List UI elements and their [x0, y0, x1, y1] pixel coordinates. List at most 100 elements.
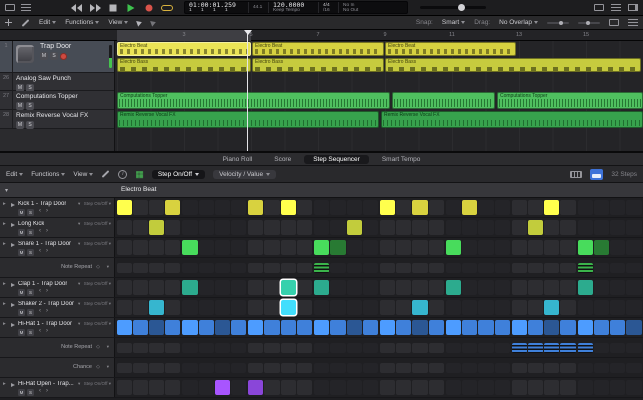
rotate-left-icon[interactable]: ‹ — [39, 228, 41, 234]
step-cell[interactable] — [610, 363, 625, 373]
row-edit-mode[interactable]: Step On/Off ▾ — [84, 281, 111, 287]
step-cell[interactable] — [544, 380, 559, 395]
mute-button[interactable]: M — [16, 121, 24, 129]
step-cell[interactable] — [512, 343, 527, 353]
track-header[interactable]: 1Trap DoorMS — [0, 41, 114, 73]
step-cell[interactable] — [626, 280, 641, 295]
step-cell[interactable] — [297, 200, 312, 215]
rotate-left-icon[interactable]: ‹ — [39, 288, 41, 294]
step-cell[interactable] — [133, 300, 148, 315]
info-icon[interactable]: i — [118, 170, 127, 179]
step-cell[interactable] — [165, 343, 180, 353]
step-cell[interactable] — [396, 240, 411, 255]
step-cell[interactable] — [347, 200, 362, 215]
step-cell[interactable] — [429, 280, 444, 295]
step-cell[interactable] — [231, 280, 246, 295]
track-header[interactable]: 27Computations TopperMS — [0, 91, 114, 110]
step-cell[interactable] — [560, 380, 575, 395]
step-cell[interactable] — [149, 280, 164, 295]
step-cell[interactable] — [264, 240, 279, 255]
row-header[interactable]: ▸Shaker 2 - Trap Door▾Step On/Off ▾MS‹› — [0, 298, 115, 317]
row-header[interactable]: ▸Clap 1 - Trap Door▾Step On/Off ▾MS‹› — [0, 278, 115, 297]
step-cell[interactable] — [199, 240, 214, 255]
step-cell[interactable] — [231, 363, 246, 373]
rewind-button[interactable] — [69, 2, 84, 14]
step-cell[interactable] — [594, 363, 609, 373]
step-cell[interactable] — [133, 263, 148, 273]
solo-button[interactable]: S — [27, 309, 34, 316]
step-cell[interactable] — [560, 263, 575, 273]
step-cell[interactable] — [347, 380, 362, 395]
step-cell[interactable] — [544, 240, 559, 255]
step-cell[interactable] — [248, 320, 263, 335]
disclosure-icon[interactable]: ▸ — [3, 281, 6, 287]
step-cell[interactable] — [182, 240, 197, 255]
rotate-left-icon[interactable]: ‹ — [39, 388, 41, 394]
step-cell[interactable] — [363, 280, 378, 295]
step-cell[interactable] — [412, 380, 427, 395]
step-cell[interactable] — [528, 200, 543, 215]
step-cell[interactable] — [478, 220, 493, 235]
step-cell[interactable] — [478, 380, 493, 395]
horizontal-zoom-slider[interactable] — [578, 22, 600, 24]
step-cell[interactable] — [626, 363, 641, 373]
step-cell[interactable] — [578, 300, 593, 315]
step-cell[interactable] — [133, 280, 148, 295]
edit-menu[interactable]: Edit — [39, 19, 56, 26]
step-cell[interactable] — [363, 343, 378, 353]
step-cell[interactable] — [117, 200, 132, 215]
step-cell[interactable] — [117, 263, 132, 273]
step-cell[interactable] — [495, 343, 510, 353]
drag-menu[interactable]: No Overlap — [499, 19, 538, 26]
step-cell[interactable] — [396, 263, 411, 273]
rotate-left-icon[interactable]: ‹ — [39, 248, 41, 254]
step-cell[interactable] — [314, 320, 329, 335]
region[interactable]: Remix Reverse Vocal FX — [381, 111, 643, 128]
step-cell[interactable] — [363, 263, 378, 273]
add-track-icon[interactable] — [5, 19, 12, 26]
disclosure-icon[interactable]: ▸ — [3, 241, 6, 247]
secondary-mode-selector[interactable]: Velocity / Value — [213, 170, 276, 179]
step-cell[interactable] — [380, 343, 395, 353]
step-cell[interactable] — [429, 200, 444, 215]
pencil-icon[interactable] — [102, 170, 110, 178]
step-cell[interactable] — [512, 200, 527, 215]
step-cell[interactable] — [560, 240, 575, 255]
region[interactable]: Electro Bass — [385, 58, 641, 72]
step-cell[interactable] — [594, 240, 609, 255]
mute-button[interactable]: M — [18, 309, 25, 316]
step-cell[interactable] — [314, 240, 329, 255]
step-cell[interactable] — [231, 263, 246, 273]
step-cell[interactable] — [610, 263, 625, 273]
step-cell[interactable] — [512, 263, 527, 273]
step-cell[interactable] — [281, 363, 296, 373]
step-cell[interactable] — [149, 380, 164, 395]
step-cell[interactable] — [462, 300, 477, 315]
step-cell[interactable] — [281, 380, 296, 395]
step-cell[interactable] — [610, 320, 625, 335]
row-edit-mode[interactable]: Step On/Off ▾ — [84, 241, 111, 247]
inspector-icon[interactable] — [21, 4, 31, 11]
step-cell[interactable] — [133, 220, 148, 235]
step-cell[interactable] — [199, 300, 214, 315]
step-cell[interactable] — [330, 220, 345, 235]
step-cell[interactable] — [117, 300, 132, 315]
step-cell[interactable] — [199, 220, 214, 235]
solo-button[interactable]: S — [27, 329, 34, 336]
step-cell[interactable] — [199, 320, 214, 335]
waveform-zoom-slider[interactable] — [547, 22, 569, 24]
step-cell[interactable] — [462, 220, 477, 235]
step-cell[interactable] — [363, 320, 378, 335]
step-cell[interactable] — [544, 320, 559, 335]
record-button[interactable] — [141, 2, 156, 14]
step-cell[interactable] — [182, 320, 197, 335]
step-cell[interactable] — [396, 280, 411, 295]
step-cell[interactable] — [594, 280, 609, 295]
solo-button[interactable]: S — [27, 209, 34, 216]
step-cell[interactable] — [594, 263, 609, 273]
step-cell[interactable] — [429, 300, 444, 315]
row-play-icon[interactable] — [11, 383, 15, 387]
step-cell[interactable] — [231, 200, 246, 215]
step-cell[interactable] — [495, 380, 510, 395]
solo-button[interactable]: S — [27, 229, 34, 236]
